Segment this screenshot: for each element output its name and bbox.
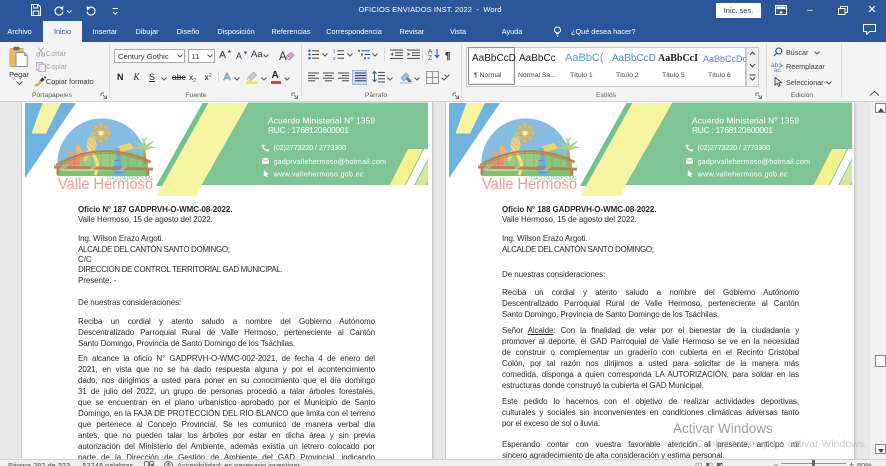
- svg-text:gadprvallehermoso@hotmail.com: gadprvallehermoso@hotmail.com: [698, 157, 811, 166]
- svg-text:2: 2: [333, 55, 336, 59]
- svg-text:(02)2773220 / 2773300: (02)2773220 / 2773300: [274, 143, 347, 152]
- svg-text:Z: Z: [428, 55, 432, 60]
- svg-text:gadprvallehermoso@hotmail.com: gadprvallehermoso@hotmail.com: [274, 157, 387, 166]
- svg-text:GAD PARROQUIAL: GAD PARROQUIAL: [107, 176, 155, 182]
- svg-text:(02)2773220 / 2773300: (02)2773220 / 2773300: [698, 143, 771, 152]
- svg-text:Acuerdo Ministerial Nº 1359: Acuerdo Ministerial Nº 1359: [268, 116, 375, 126]
- svg-text:A: A: [279, 51, 287, 62]
- svg-text:GAD PARROQUIAL: GAD PARROQUIAL: [531, 176, 579, 182]
- svg-text:ac: ac: [774, 67, 782, 72]
- svg-text:www.vallehermoso.gob.ec: www.vallehermoso.gob.ec: [273, 170, 364, 179]
- svg-text:RUC : 1768120600001: RUC : 1768120600001: [268, 125, 349, 135]
- svg-text:Acuerdo Ministerial Nº 1359: Acuerdo Ministerial Nº 1359: [692, 116, 799, 126]
- svg-text:www.vallehermoso.gob.ec: www.vallehermoso.gob.ec: [697, 170, 788, 179]
- svg-text:1: 1: [333, 49, 336, 54]
- svg-text:RUC : 1768120600001: RUC : 1768120600001: [692, 125, 773, 135]
